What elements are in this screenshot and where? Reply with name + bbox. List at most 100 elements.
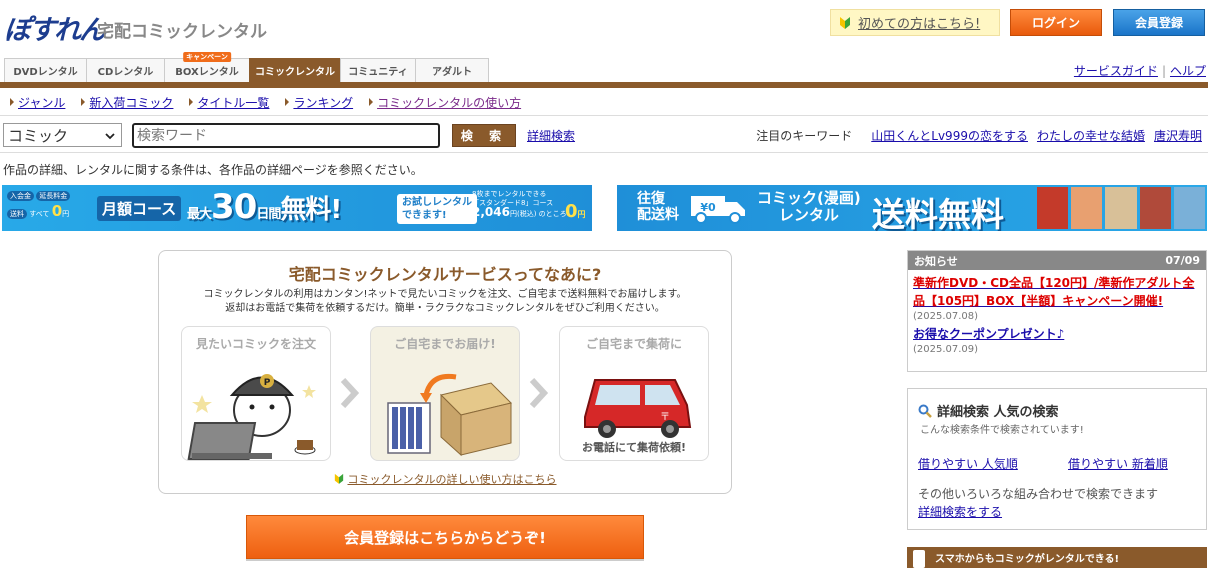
register-button[interactable]: 会員登録	[1113, 9, 1205, 36]
register-cta-button[interactable]: 会員登録はこちらからどうぞ!	[246, 515, 644, 559]
site-header: ぽすれん 宅配コミックレンタル 初めての方はこちら! ログイン 会員登録	[0, 0, 1208, 55]
popular-search-link[interactable]: 借りやすい 人気順	[918, 455, 1018, 472]
news-link-text: 準新作DVD・CD全品【120円】/準新作アダルト全品【105円】BOX【半額】…	[913, 276, 1195, 308]
comic-cover-image	[1037, 187, 1069, 229]
step-order: 見たいコミックを注文 P	[181, 326, 331, 461]
headline-days-unit: 日間	[256, 207, 281, 222]
comic-rental-label: コミック(漫画) レンタル	[757, 190, 861, 224]
popular-search-title: 詳細検索 人気の検索	[918, 401, 1059, 420]
service-desc-line1: コミックレンタルの利用はカンタン!ネットで見たいコミックを注文、ご自宅まで送料無…	[203, 289, 687, 300]
comic-rental-line2: レンタル	[778, 206, 839, 224]
tab-adult[interactable]: アダルト	[415, 58, 489, 82]
headline-days: 30	[211, 187, 257, 227]
news-header: お知らせ 07/09	[908, 251, 1206, 270]
truck-icon: ¥0	[691, 196, 745, 224]
search-button[interactable]: 検 索	[452, 124, 516, 147]
category-select[interactable]: コミック	[3, 123, 122, 147]
keyword-link[interactable]: わたしの幸せな結婚	[1037, 127, 1145, 144]
rental-notice: 作品の詳細、レンタルに関する条件は、各作品の詳細ページを参照ください。	[3, 163, 423, 177]
help-link[interactable]: ヘルプ	[1170, 64, 1206, 78]
site-logo[interactable]: ぽすれん	[4, 8, 106, 47]
keywords-label: 注目のキーワード	[756, 129, 853, 143]
trial-badge: お試しレンタル できます!	[397, 194, 477, 224]
search-input[interactable]	[132, 123, 440, 148]
std-tax: 円(税込)	[509, 210, 537, 218]
beginner-leaf-icon	[334, 473, 343, 484]
tab-box-label: BOXレンタル	[175, 67, 239, 78]
trial-line1: お試しレンタル	[402, 197, 472, 208]
service-title: 宅配コミックレンタルサービスってなあに?	[288, 265, 602, 284]
smartphone-banner[interactable]: スマホからもコミックがレンタルできる!	[907, 547, 1207, 568]
news-link[interactable]: お得なクーポンプレゼント♪	[913, 327, 1064, 341]
login-button[interactable]: ログイン	[1010, 9, 1102, 36]
round-trip-label: 往復 配送料	[637, 191, 679, 223]
step-pickup: ご自宅まで集荷に 〒 お電話にて集荷依頼!	[559, 326, 709, 461]
tab-comic[interactable]: コミックレンタル	[249, 58, 341, 82]
comic-rental-line1: コミック(漫画)	[757, 189, 861, 207]
advanced-search-link[interactable]: 詳細検索をする	[918, 503, 1002, 520]
top-links: サービスガイド | ヘルプ	[1074, 62, 1206, 79]
howto-link-text: コミックレンタルの詳しい使い方はこちら	[347, 473, 557, 486]
std-line1: 8枚までレンタルできる	[472, 190, 547, 198]
smartphone-icon	[913, 550, 925, 568]
standard-course-info: 8枚までレンタルできる 「スタンダード8」コース 2,046円(税込) のところ	[472, 190, 567, 219]
news-date: 07/09	[1165, 254, 1200, 267]
tab-community[interactable]: コミュニティ	[340, 58, 416, 82]
monthly-course-banner[interactable]: 入会金 延長料金 送料 すべて 0円 月額コース 最大30日間無料! お試しレン…	[2, 185, 592, 231]
featured-keywords: 注目のキーワード 山田くんとLv999の恋をする わたしの幸せな結婚 唐沢寿明	[756, 127, 1202, 144]
category-tabs: DVDレンタル CDレンタル キャンペーン BOXレンタル コミックレンタル コ…	[4, 52, 489, 82]
std-zero-value: 0	[565, 201, 578, 222]
howto-link[interactable]: コミックレンタルの詳しい使い方はこちら	[159, 471, 731, 487]
keyword-link[interactable]: 山田くんとLv999の恋をする	[871, 127, 1028, 144]
popular-search-subtitle: こんな検索条件で検索されています!	[920, 425, 1084, 436]
trial-line2: できます!	[402, 210, 447, 221]
std-price: 2,046	[472, 205, 510, 219]
news-link[interactable]: 準新作DVD・CD全品【120円】/準新作アダルト全品【105円】BOX【半額】…	[913, 276, 1194, 308]
keyword-link[interactable]: 唐沢寿明	[1154, 127, 1202, 144]
subnav-howto[interactable]: コミックレンタルの使い方	[367, 94, 521, 111]
sub-navigation: ジャンル 新入荷コミック タイトル一覧 ランキング コミックレンタルの使い方	[8, 94, 535, 111]
step-title: ご自宅までお届け!	[394, 337, 496, 351]
campaign-badge: キャンペーン	[183, 52, 231, 62]
chevron-right-icon	[340, 378, 359, 408]
tab-cd[interactable]: CDレンタル	[86, 58, 165, 82]
banner-fees: 入会金 延長料金 送料 すべて 0円	[7, 190, 93, 226]
svg-text:P: P	[264, 378, 271, 388]
round-trip-line1: 往復	[637, 191, 665, 207]
comic-cover-image	[1173, 187, 1206, 229]
divider	[0, 115, 1208, 116]
tab-box[interactable]: キャンペーン BOXレンタル	[164, 52, 250, 82]
comic-cover-image	[1105, 187, 1137, 229]
fee-pill: 送料	[7, 209, 27, 219]
subnav-new-arrivals[interactable]: 新入荷コミック	[79, 94, 173, 111]
free-shipping-banner[interactable]: 往復 配送料 ¥0 コミック(漫画) レンタル 送料無料	[617, 185, 1207, 231]
headline-free: 無料!	[280, 195, 342, 225]
tab-dvd[interactable]: DVDレンタル	[4, 58, 87, 82]
comic-covers	[1035, 185, 1207, 231]
subnav-ranking[interactable]: ランキング	[283, 94, 353, 111]
service-desc-line2: 返却はお電話で集荷を依頼するだけ。簡単・ラクラクなコミックレンタルをぜひご利用く…	[225, 303, 665, 314]
popular-search-panel: 詳細検索 人気の検索 こんな検索条件で検索されています! 借りやすい 人気順 借…	[907, 388, 1207, 530]
subnav-genre[interactable]: ジャンル	[8, 94, 65, 111]
search-icon	[918, 404, 932, 418]
beginner-link[interactable]: 初めての方はこちら!	[830, 9, 1000, 36]
svg-text:〒: 〒	[660, 412, 670, 423]
service-guide-link[interactable]: サービスガイド	[1074, 64, 1158, 78]
free-trial-headline: 最大30日間無料!	[187, 187, 342, 227]
step-title: ご自宅まで集荷に	[585, 337, 682, 351]
round-trip-line2: 配送料	[637, 207, 679, 223]
fee-pill: 延長料金	[36, 191, 71, 201]
std-zero-unit: 円	[577, 210, 586, 219]
chevron-right-icon	[529, 378, 548, 408]
popular-search-link[interactable]: 借りやすい 新着順	[1068, 455, 1168, 472]
fee-zero: 0	[51, 202, 63, 220]
free-shipping-headline: 送料無料	[872, 195, 1004, 231]
beginner-leaf-icon	[839, 15, 851, 30]
subnav-title-list[interactable]: タイトル一覧	[187, 94, 269, 111]
category-select-value: コミック	[8, 126, 69, 145]
step-title: 見たいコミックを注文	[195, 337, 316, 351]
news-item: お得なクーポンプレゼント♪ (2025.07.09)	[913, 325, 1201, 357]
svg-text:¥0: ¥0	[700, 201, 716, 214]
std-zero: 0円	[565, 201, 586, 222]
advanced-search-link[interactable]: 詳細検索	[527, 127, 575, 144]
